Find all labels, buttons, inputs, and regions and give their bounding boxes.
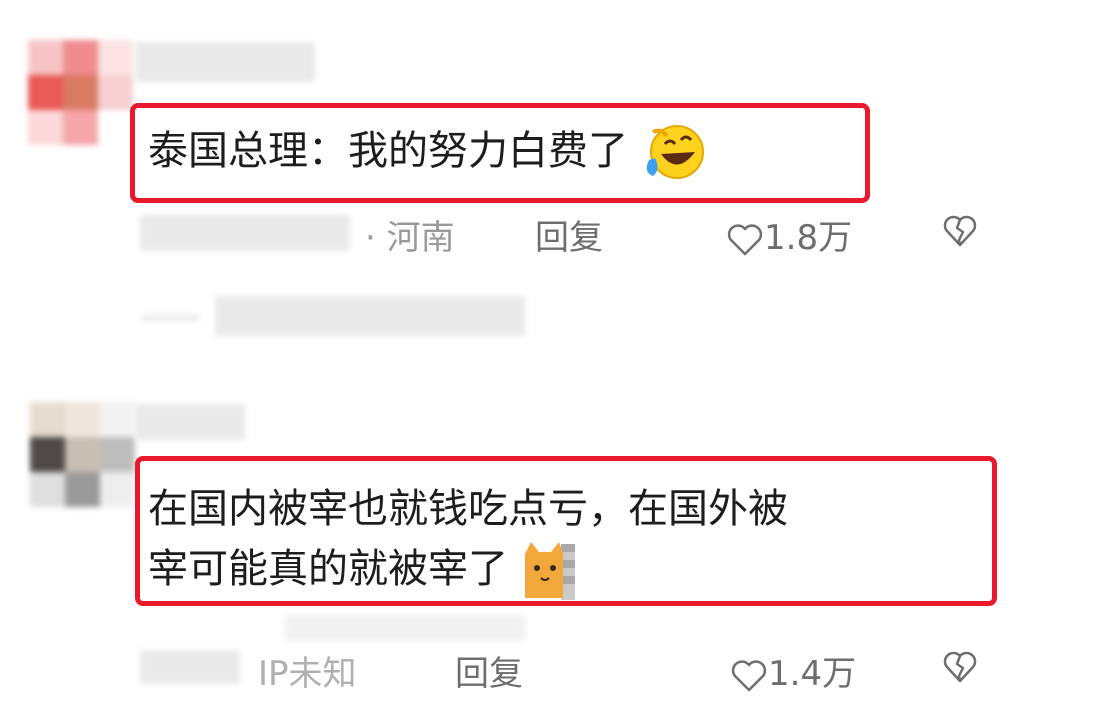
comment-text: 在国内被宰也就钱吃点亏，在国外被 宰可能真的就被宰了 xyxy=(148,482,988,602)
heart-icon xyxy=(731,659,767,691)
dislike-button[interactable] xyxy=(942,650,978,684)
like-button[interactable]: 1.8万 xyxy=(726,210,852,259)
redacted-line xyxy=(285,615,525,641)
dislike-button[interactable] xyxy=(942,214,978,248)
laughing-crying-emoji xyxy=(646,125,704,179)
cat-peeking-emoji xyxy=(524,542,575,600)
comment-text-line-1: 在国内被宰也就钱吃点亏，在国外被 xyxy=(148,486,788,532)
heart-icon xyxy=(727,223,763,255)
like-button[interactable]: 1.4万 xyxy=(730,646,856,695)
like-count: 1.8万 xyxy=(764,218,853,258)
time-redacted xyxy=(140,215,350,251)
reply-thread-line xyxy=(140,315,200,321)
username-redacted[interactable] xyxy=(135,42,315,82)
ip-location: IP未知 xyxy=(258,654,357,694)
comment-text: 泰国总理：我的努力白费了 xyxy=(148,124,707,182)
broken-heart-icon xyxy=(943,651,977,683)
ip-location: · 河南 xyxy=(365,218,455,258)
time-redacted xyxy=(140,650,240,684)
like-count: 1.4万 xyxy=(768,654,857,694)
avatar[interactable] xyxy=(28,40,133,145)
comment-text-line-2: 宰可能真的就被宰了 xyxy=(148,540,988,602)
reply-button[interactable]: 回复 xyxy=(535,210,603,259)
avatar[interactable] xyxy=(30,402,135,507)
username-redacted[interactable] xyxy=(135,404,245,440)
reply-thread-redacted[interactable] xyxy=(215,296,525,336)
reply-button[interactable]: 回复 xyxy=(455,646,523,695)
broken-heart-icon xyxy=(943,215,977,247)
